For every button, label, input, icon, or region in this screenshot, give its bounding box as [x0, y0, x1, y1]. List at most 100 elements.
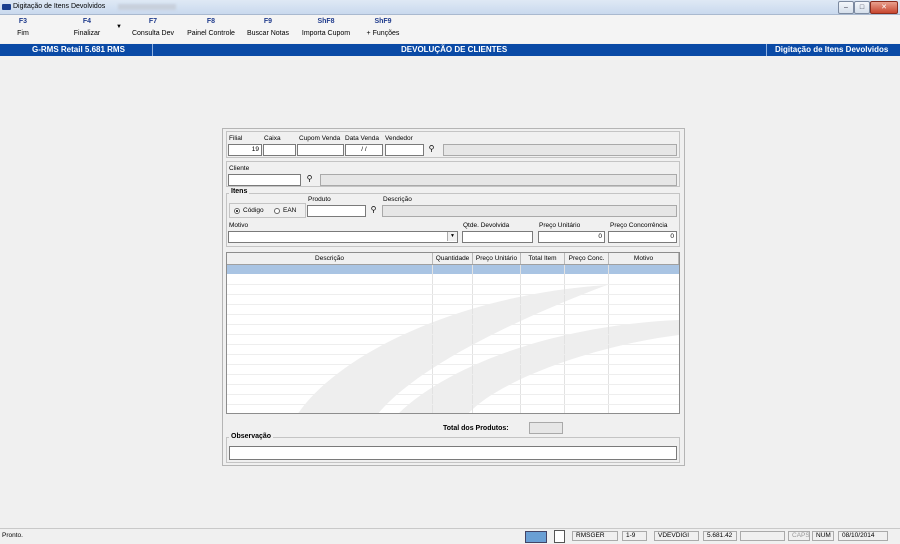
blurred-title-suffix [118, 4, 176, 10]
toolbar-key: F4 [82, 18, 92, 25]
column-header-total-item[interactable]: Total Item [521, 253, 565, 264]
codigo-radio[interactable] [234, 208, 240, 214]
binoculars-icon[interactable]: ⚲ [426, 144, 437, 154]
status-code: 1-9 [622, 531, 647, 541]
binoculars-icon[interactable]: ⚲ [368, 205, 379, 215]
column-header-motivo[interactable]: Motivo [609, 253, 679, 264]
observacao-input[interactable] [229, 446, 677, 460]
filial-input[interactable]: 19 [228, 144, 262, 156]
clipboard-icon [554, 530, 565, 543]
grid-header: Descrição Quantidade Preço Unitário Tota… [227, 253, 679, 265]
window-titlebar: Digitação de Itens Devolvidos – □ ✕ [0, 0, 900, 15]
toolbar-button-mais-funcoes[interactable]: ShF9 + Funções [362, 18, 404, 37]
module-header-bar: G-RMS Retail 5.681 RMS DEVOLUÇÃO DE CLIE… [0, 44, 900, 56]
toolbar-button-importa-cupom[interactable]: ShF8 Importa Cupom [298, 18, 354, 37]
module-title: DEVOLUÇÃO DE CLIENTES [401, 45, 508, 54]
ean-radio-label: EAN [283, 207, 297, 214]
toolbar-key: ShF9 [374, 18, 392, 25]
grid-column-line [432, 265, 433, 413]
toolbar-button-finalizar[interactable]: F4 Finalizar [70, 18, 104, 37]
grid-row-line [227, 284, 679, 285]
maximize-button[interactable]: □ [854, 1, 870, 14]
table-row[interactable] [227, 265, 679, 274]
toolbar-key: F9 [263, 18, 273, 25]
qtde-devolvida-input[interactable] [462, 231, 533, 243]
motivo-label: Motivo [229, 222, 249, 229]
preco-concorrencia-input[interactable]: 0 [608, 231, 677, 243]
status-version: 5.681.42 [703, 531, 737, 541]
grid-row-line [227, 354, 679, 355]
items-grid[interactable]: Descrição Quantidade Preço Unitário Tota… [226, 252, 680, 414]
chevron-down-icon[interactable]: ▼ [447, 232, 457, 241]
grid-row-line [227, 294, 679, 295]
descricao-label: Descrição [383, 196, 412, 203]
cliente-name-display [320, 174, 677, 186]
data-venda-input[interactable]: / / [345, 144, 383, 156]
status-num: NUM [812, 531, 834, 541]
caixa-input[interactable] [263, 144, 296, 156]
cliente-input[interactable] [228, 174, 301, 186]
toolbar-button-buscar-notas[interactable]: F9 Buscar Notas [244, 18, 292, 37]
toolbar-label: Buscar Notas [246, 30, 290, 37]
toolbar-label: Finalizar [73, 30, 101, 37]
toolbar-label: + Funções [366, 30, 400, 37]
status-caps: CAPS [788, 531, 810, 541]
keyboard-icon [525, 531, 547, 543]
grid-row-line [227, 364, 679, 365]
preco-unitario-label: Preço Unitário [539, 222, 581, 229]
screen-title: Digitação de Itens Devolvidos [775, 45, 889, 54]
status-date: 08/10/2014 [838, 531, 888, 541]
status-blank [740, 531, 785, 541]
grid-row-line [227, 344, 679, 345]
cupom-venda-label: Cupom Venda [299, 135, 341, 142]
items-legend: Itens [229, 188, 250, 195]
toolbar-button-fim[interactable]: F3 Fim [8, 18, 38, 37]
observacao-legend: Observação [229, 433, 274, 440]
toolbar-label: Importa Cupom [301, 30, 351, 37]
data-venda-label: Data Venda [345, 135, 379, 142]
produto-descricao-display [382, 205, 677, 217]
binoculars-icon[interactable]: ⚲ [304, 174, 315, 184]
grid-row-line [227, 394, 679, 395]
motivo-select[interactable] [228, 231, 458, 243]
produto-input[interactable] [307, 205, 366, 217]
column-header-descricao[interactable]: Descrição [227, 253, 433, 264]
caixa-label: Caixa [264, 135, 281, 142]
codigo-radio-label: Código [243, 207, 264, 214]
cupom-venda-input[interactable] [297, 144, 344, 156]
toolbar-button-consulta-dev[interactable]: F7 Consulta Dev [130, 18, 176, 37]
dropdown-arrow-icon[interactable]: ▼ [116, 24, 122, 30]
status-bar: Pronto. RMSGER 1-9 VDEVDIGI 5.681.42 CAP… [0, 528, 900, 544]
ean-radio[interactable] [274, 208, 280, 214]
toolbar-key: F3 [18, 18, 28, 25]
function-toolbar: F3 Fim F4 Finalizar ▼ F7 Consulta Dev F8… [0, 15, 900, 43]
status-program: VDEVDIGI [654, 531, 699, 541]
header-separator [152, 44, 153, 56]
preco-unitario-input[interactable]: 0 [538, 231, 605, 243]
return-form: Filial 19 Caixa Cupom Venda Data Venda /… [222, 128, 685, 466]
grid-column-line [564, 265, 565, 413]
toolbar-button-painel-controle[interactable]: F8 Painel Controle [185, 18, 237, 37]
toolbar-key: ShF8 [317, 18, 335, 25]
vendedor-name-display [443, 144, 677, 156]
close-button[interactable]: ✕ [870, 1, 898, 14]
preco-concorrencia-label: Preço Concorrência [610, 222, 668, 229]
grid-row-line [227, 314, 679, 315]
toolbar-label: Fim [17, 30, 29, 37]
cliente-label: Cliente [229, 165, 250, 172]
produto-label: Produto [308, 196, 331, 203]
grid-row-line [227, 334, 679, 335]
app-icon [2, 4, 11, 10]
system-version-label: G-RMS Retail 5.681 RMS [32, 45, 125, 54]
column-header-preco-unitario[interactable]: Preço Unitário [473, 253, 521, 264]
vendedor-input[interactable] [385, 144, 424, 156]
filial-label: Filial [229, 135, 243, 142]
grid-row-line [227, 384, 679, 385]
toolbar-key: F7 [148, 18, 158, 25]
column-header-preco-conc[interactable]: Preço Conc. [565, 253, 609, 264]
column-header-quantidade[interactable]: Quantidade [433, 253, 473, 264]
total-produtos-label: Total dos Produtos: [443, 425, 509, 432]
total-produtos-display [529, 422, 563, 434]
watermark-logo [298, 285, 679, 413]
minimize-button[interactable]: – [838, 1, 854, 14]
